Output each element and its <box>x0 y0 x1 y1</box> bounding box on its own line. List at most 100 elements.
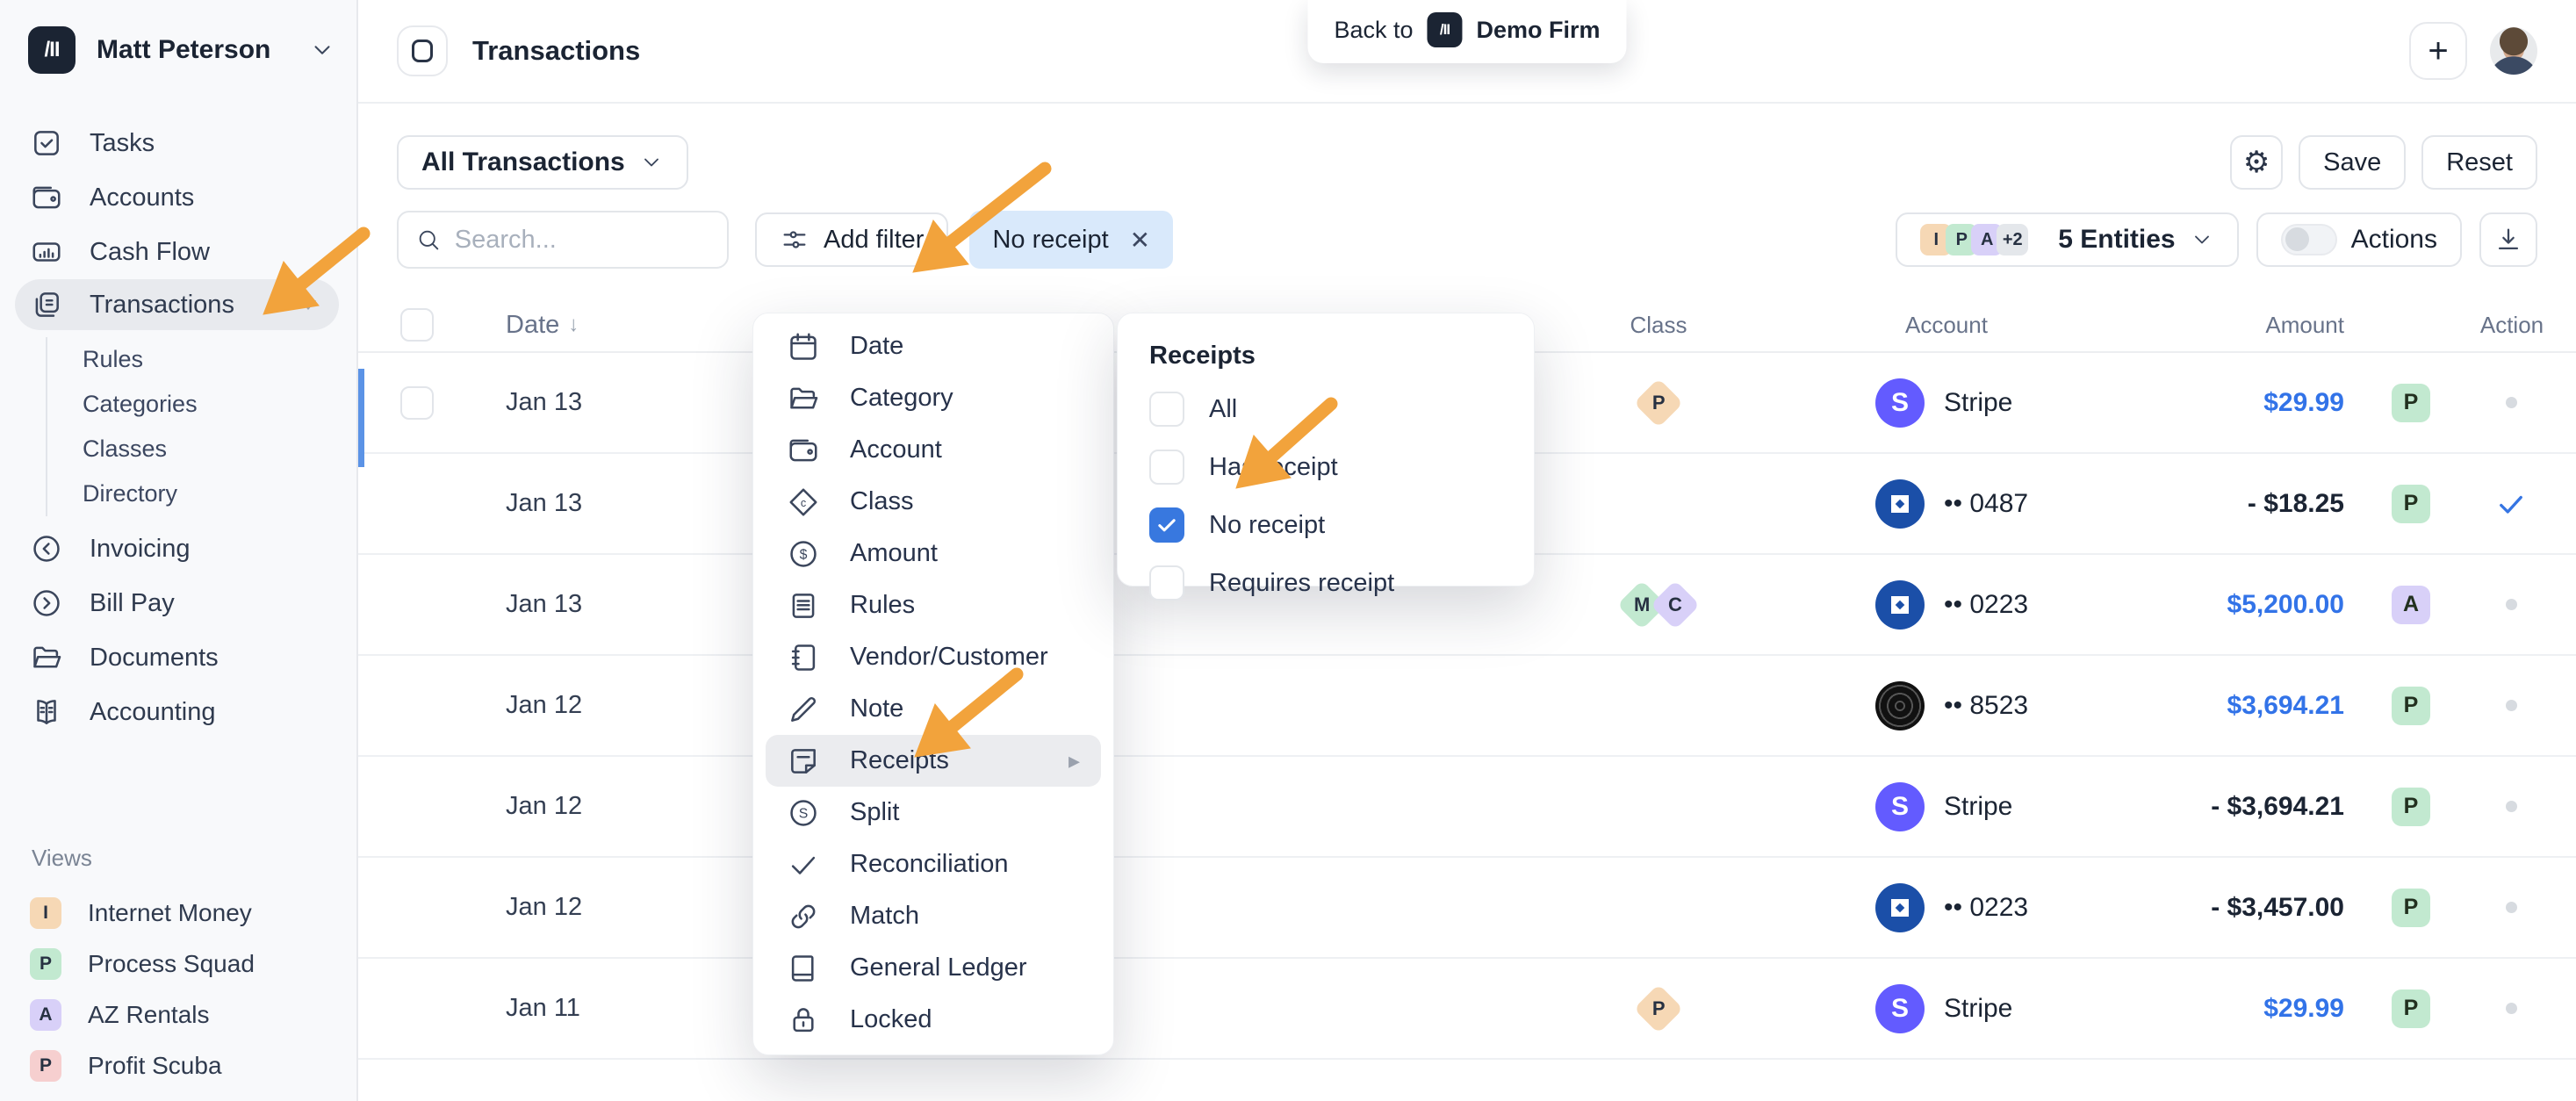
menu-item-receipts[interactable]: Receipts ▸ <box>766 735 1101 787</box>
view-item-process-squad[interactable]: P Process Squad <box>0 939 356 989</box>
column-header-action[interactable]: Action <box>2472 299 2551 351</box>
option-requires-receipt[interactable]: Requires receipt <box>1149 564 1502 602</box>
view-selector-button[interactable]: All Transactions <box>397 135 688 190</box>
sidebar-item-accounts[interactable]: Accounts <box>0 170 356 225</box>
option-no-receipt[interactable]: No receipt <box>1149 506 1502 544</box>
menu-item-note[interactable]: Note <box>753 683 1113 735</box>
cell-action[interactable] <box>2483 858 2539 957</box>
subnav-item-classes[interactable]: Classes <box>83 427 356 471</box>
column-header-account[interactable]: Account <box>1905 299 1988 351</box>
menu-item-date[interactable]: Date <box>753 320 1113 372</box>
checkbox-checked[interactable] <box>1149 507 1184 543</box>
search-input[interactable] <box>455 226 709 255</box>
cell-action[interactable] <box>2483 757 2539 856</box>
table-row[interactable]: Jan 12 •• 0223 - $3,457.00 P <box>358 858 2576 959</box>
menu-item-locked[interactable]: Locked <box>753 994 1113 1046</box>
entity-badge: P <box>30 948 61 980</box>
table-row[interactable]: Jan 12 •• 8523 $3,694.21 P <box>358 656 2576 757</box>
add-filter-button[interactable]: Add filter <box>755 212 948 267</box>
entity-badge: P <box>2392 989 2430 1028</box>
chase-logo <box>1875 580 1925 630</box>
reset-button[interactable]: Reset <box>2421 135 2537 190</box>
subnav-item-directory[interactable]: Directory <box>83 471 356 516</box>
account-label: •• 0223 <box>1944 590 2028 620</box>
settings-button[interactable]: ⚙ <box>2230 135 2283 190</box>
folder-icon <box>787 381 822 416</box>
cell-date: Jan 12 <box>506 757 582 856</box>
option-all[interactable]: All <box>1149 390 1502 428</box>
sidebar-item-bill-pay[interactable]: Bill Pay <box>0 576 356 630</box>
collapse-sidebar-button[interactable] <box>397 25 448 76</box>
sidebar-item-accounting[interactable]: Accounting <box>0 685 356 739</box>
entity-badges: I P A +2 <box>1920 224 2028 255</box>
search-box[interactable] <box>397 211 729 269</box>
view-item-internet-money[interactable]: I Internet Money <box>0 888 356 939</box>
menu-item-amount[interactable]: $ Amount <box>753 528 1113 579</box>
menu-item-reconciliation[interactable]: Reconciliation <box>753 838 1113 890</box>
chevron-down-icon <box>309 37 335 63</box>
menu-item-category[interactable]: Category <box>753 372 1113 424</box>
remove-filter-icon[interactable]: ✕ <box>1130 226 1150 255</box>
sidebar-item-invoicing[interactable]: Invoicing <box>0 522 356 576</box>
book-icon <box>787 951 822 986</box>
table-row[interactable]: Jan 12 S Stripe - $3,694.21 P <box>358 757 2576 858</box>
option-has-receipt[interactable]: Has receipt <box>1149 448 1502 486</box>
table-row[interactable]: Jan 11 P S Stripe $29.99 P <box>358 959 2576 1060</box>
chase-logo <box>1875 479 1925 529</box>
cell-action[interactable] <box>2483 454 2539 553</box>
menu-item-rules[interactable]: Rules <box>753 579 1113 631</box>
actions-toggle-button[interactable]: Actions <box>2256 212 2462 267</box>
open-book-icon <box>30 694 65 730</box>
column-header-date[interactable]: Date↓ <box>506 299 579 351</box>
cell-amount: - $3,457.00 <box>2114 858 2344 957</box>
cell-action[interactable] <box>2483 959 2539 1058</box>
menu-item-general-ledger[interactable]: General Ledger <box>753 942 1113 994</box>
sidebar-nav: Tasks Accounts Cash Flow Transactions Ru… <box>0 116 356 739</box>
bar-chart-icon <box>30 234 65 270</box>
view-item-profit-scuba[interactable]: P Profit Scuba <box>0 1040 356 1091</box>
sliders-icon <box>780 225 809 255</box>
stripe-logo: S <box>1875 782 1925 831</box>
checkbox-unchecked[interactable] <box>1149 392 1184 427</box>
subnav-item-categories[interactable]: Categories <box>83 382 356 427</box>
menu-item-match[interactable]: Match <box>753 890 1113 942</box>
sidebar-item-cash-flow[interactable]: Cash Flow <box>0 225 356 279</box>
view-item-az-rentals[interactable]: A AZ Rentals <box>0 989 356 1040</box>
add-button[interactable]: + <box>2409 22 2467 80</box>
row-checkbox[interactable] <box>400 386 434 420</box>
cell-amount: $5,200.00 <box>2114 555 2344 654</box>
sidebar-item-label: Tasks <box>90 129 155 158</box>
sidebar-item-documents[interactable]: Documents <box>0 630 356 685</box>
column-header-amount[interactable]: Amount <box>2114 299 2344 351</box>
menu-item-class[interactable]: c Class <box>753 476 1113 528</box>
cell-action[interactable] <box>2483 656 2539 755</box>
sidebar-item-transactions[interactable]: Transactions <box>15 279 339 330</box>
entity-badge: P <box>2392 485 2430 523</box>
menu-item-vendor-customer[interactable]: Vendor/Customer <box>753 631 1113 683</box>
workspace-switcher[interactable]: /II Matt Peterson <box>0 0 356 74</box>
download-button[interactable] <box>2479 212 2537 267</box>
select-all-checkbox[interactable] <box>400 308 434 342</box>
class-diamond-icon: c <box>787 485 822 520</box>
transactions-icon <box>30 287 65 322</box>
main-area: Transactions Back to /II Demo Firm + All… <box>358 0 2576 1101</box>
menu-item-split[interactable]: S Split <box>753 787 1113 838</box>
save-button[interactable]: Save <box>2299 135 2406 190</box>
subnav-item-rules[interactable]: Rules <box>83 337 356 382</box>
actions-toggle[interactable] <box>2281 224 2337 255</box>
cell-amount: $3,694.21 <box>2114 656 2344 755</box>
active-filter-chip[interactable]: No receipt ✕ <box>969 211 1173 269</box>
entities-selector[interactable]: I P A +2 5 Entities <box>1896 212 2238 267</box>
panel-icon <box>412 40 433 62</box>
menu-item-account[interactable]: Account <box>753 424 1113 476</box>
checkbox-unchecked[interactable] <box>1149 450 1184 485</box>
back-to-firm-tab[interactable]: Back to /II Demo Firm <box>1307 0 1626 63</box>
sidebar-item-tasks[interactable]: Tasks <box>0 116 356 170</box>
avatar[interactable] <box>2490 27 2537 75</box>
view-item-personal[interactable]: P Personal <box>0 1091 356 1101</box>
checkbox-unchecked[interactable] <box>1149 565 1184 601</box>
account-label: Stripe <box>1944 994 2012 1024</box>
cell-action[interactable] <box>2483 353 2539 452</box>
cell-action[interactable] <box>2483 555 2539 654</box>
column-header-class[interactable]: Class <box>1584 299 1733 351</box>
